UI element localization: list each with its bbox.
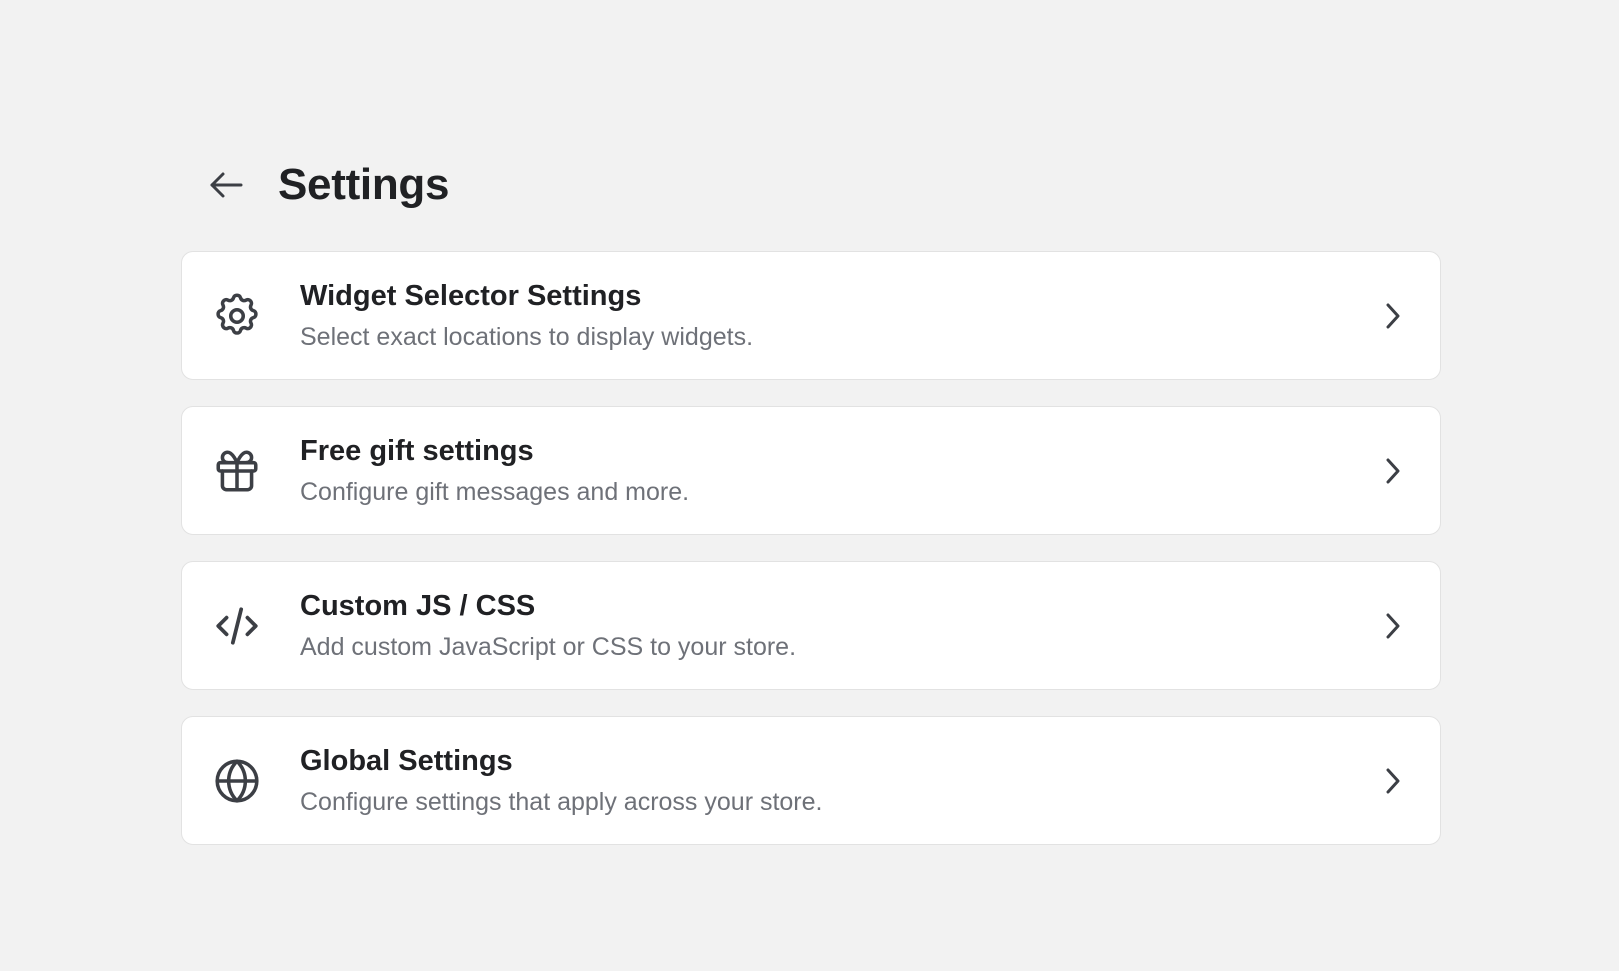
code-icon	[209, 598, 265, 654]
gear-icon	[209, 288, 265, 344]
settings-item-global[interactable]: Global Settings Configure settings that …	[181, 716, 1441, 845]
settings-item-title: Custom JS / CSS	[300, 589, 536, 622]
chevron-right-icon	[1378, 456, 1408, 486]
settings-item-description: Add custom JavaScript or CSS to your sto…	[300, 632, 797, 661]
chevron-right-icon	[1378, 766, 1408, 796]
settings-item-title: Widget Selector Settings	[300, 279, 642, 312]
settings-item-widget-selector[interactable]: Widget Selector Settings Select exact lo…	[181, 251, 1441, 380]
settings-list: Widget Selector Settings Select exact lo…	[181, 251, 1441, 845]
settings-item-text: Custom JS / CSS Add custom JavaScript or…	[300, 588, 796, 664]
settings-item-text: Widget Selector Settings Select exact lo…	[300, 278, 753, 354]
settings-item-title: Free gift settings	[300, 434, 534, 467]
settings-item-custom-code[interactable]: Custom JS / CSS Add custom JavaScript or…	[181, 561, 1441, 690]
settings-item-free-gift[interactable]: Free gift settings Configure gift messag…	[181, 406, 1441, 535]
arrow-left-icon	[208, 171, 244, 199]
back-button[interactable]	[206, 165, 246, 205]
settings-item-description: Configure settings that apply across you…	[300, 787, 823, 816]
globe-icon	[209, 753, 265, 809]
page-header: Settings	[206, 150, 449, 220]
chevron-right-icon	[1378, 611, 1408, 641]
gift-icon	[209, 443, 265, 499]
settings-item-description: Select exact locations to display widget…	[300, 322, 754, 351]
settings-item-text: Free gift settings Configure gift messag…	[300, 433, 689, 509]
chevron-right-icon	[1378, 301, 1408, 331]
settings-page: Settings Widget Selector Settings Select…	[0, 0, 1619, 971]
settings-item-text: Global Settings Configure settings that …	[300, 743, 823, 819]
settings-item-title: Global Settings	[300, 744, 513, 777]
page-title: Settings	[278, 160, 450, 209]
settings-item-description: Configure gift messages and more.	[300, 477, 690, 506]
